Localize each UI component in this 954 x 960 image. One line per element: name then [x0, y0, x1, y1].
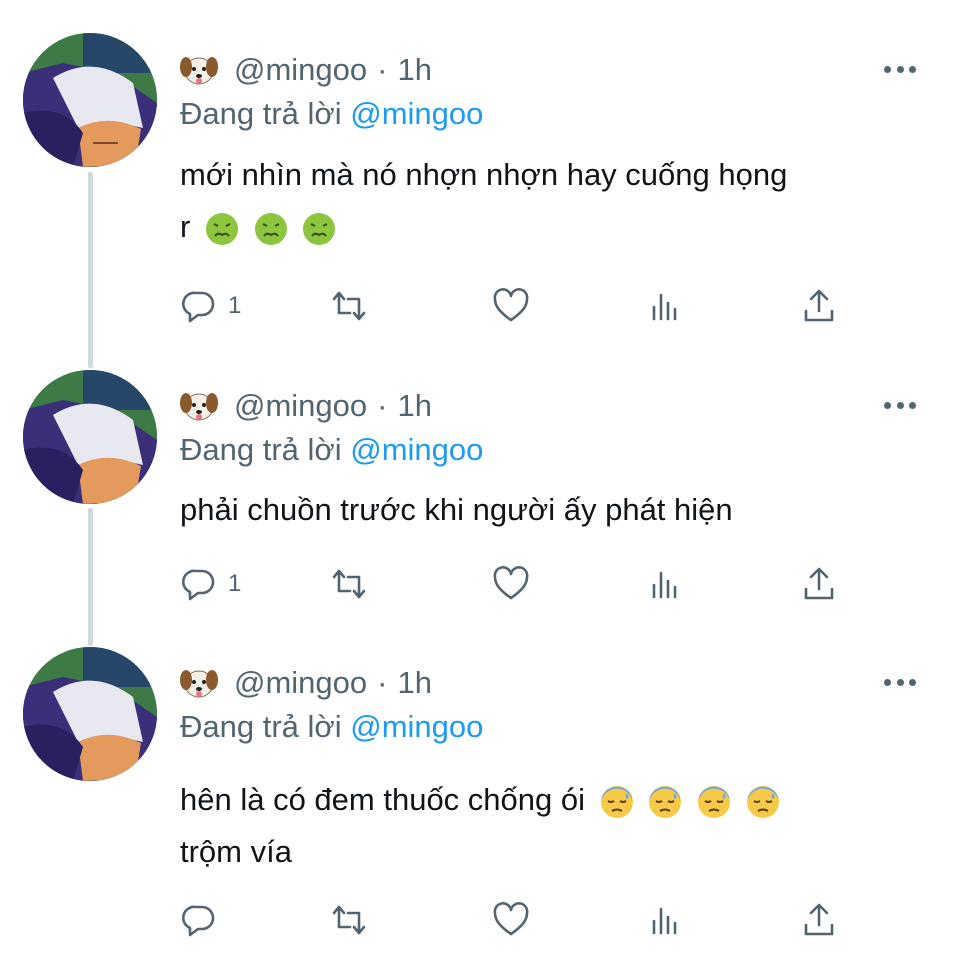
analytics-button[interactable]	[646, 900, 684, 940]
tweet-text-line: trộm vía	[180, 834, 292, 869]
like-icon	[492, 901, 530, 939]
downcast-sweat-face-icon	[600, 785, 634, 819]
more-icon[interactable]	[884, 671, 916, 693]
replying-to-mention[interactable]: @mingoo	[350, 709, 483, 744]
avatar[interactable]	[23, 647, 157, 781]
tweet-header: @mingoo · 1h	[180, 661, 432, 705]
share-button[interactable]	[800, 900, 838, 940]
tweet[interactable]: @mingoo · 1h Đang trả lời @mingoo hên là…	[0, 0, 954, 960]
reply-button[interactable]	[180, 900, 228, 940]
downcast-sweat-face-icon	[648, 785, 682, 819]
author-handle[interactable]: @mingoo	[234, 665, 367, 701]
timestamp[interactable]: 1h	[397, 665, 431, 701]
tweet-actions	[180, 900, 860, 940]
share-icon	[800, 901, 838, 939]
analytics-icon	[646, 901, 684, 939]
downcast-sweat-face-icon	[697, 785, 731, 819]
reply-icon	[180, 901, 218, 939]
dog-face-icon	[180, 666, 218, 700]
tweet-text-fragment: hên là có đem thuốc chống ói	[180, 782, 585, 817]
tweet-text: hên là có đem thuốc chống ói trộm vía	[180, 774, 910, 878]
retweet-button[interactable]	[330, 900, 368, 940]
replying-to-label: Đang trả lời	[180, 709, 342, 744]
separator-dot: ·	[377, 665, 388, 700]
replying-to: Đang trả lời @mingoo	[180, 709, 483, 745]
tweet-text-line: hên là có đem thuốc chống ói	[180, 774, 910, 826]
retweet-icon	[330, 901, 368, 939]
downcast-sweat-face-icon	[746, 785, 780, 819]
like-button[interactable]	[492, 900, 530, 940]
